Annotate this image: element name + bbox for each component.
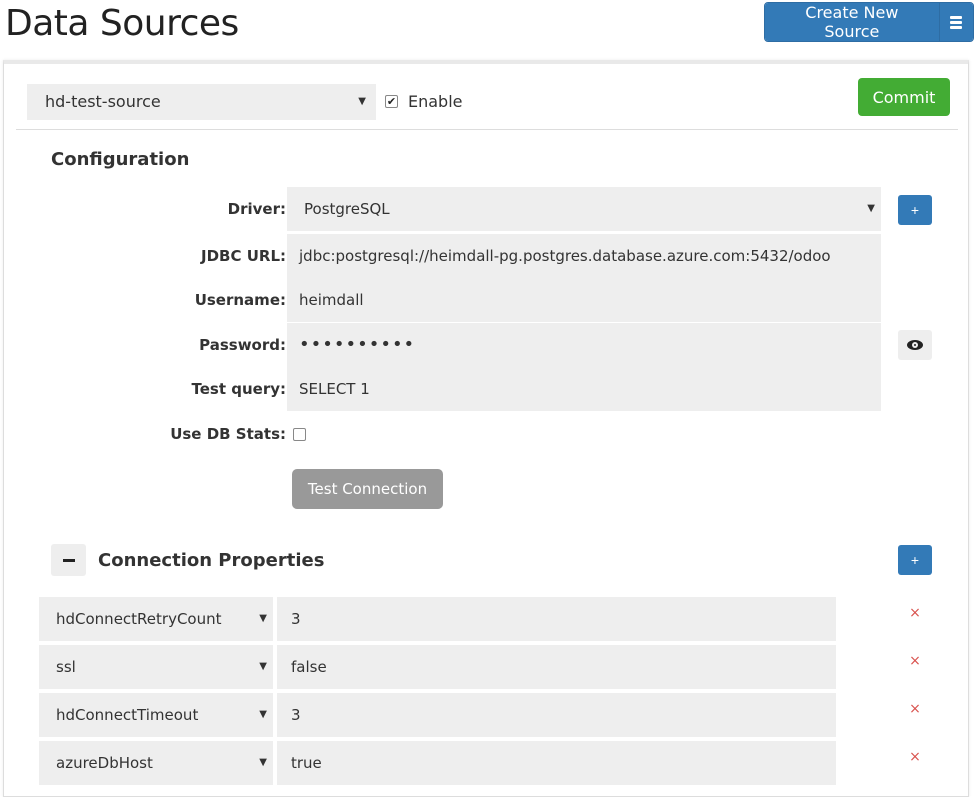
property-key: hdConnectRetryCount bbox=[56, 610, 222, 628]
test-query-label: Test query: bbox=[191, 380, 287, 398]
password-value: •••••••••• bbox=[299, 334, 416, 355]
menu-button[interactable] bbox=[938, 3, 973, 41]
enable-toggle: ✔ Enable bbox=[385, 92, 463, 111]
property-key: hdConnectTimeout bbox=[56, 706, 199, 724]
password-label: Password: bbox=[199, 336, 286, 354]
chevron-down-icon: ▼ bbox=[259, 661, 267, 672]
property-key: ssl bbox=[56, 658, 76, 676]
jdbc-url-row: JDBC URL: jdbc:postgresql://heimdall-pg.… bbox=[4, 234, 970, 278]
property-key-select[interactable]: hdConnectRetryCount ▼ bbox=[39, 597, 273, 641]
property-value-input[interactable]: 3 bbox=[277, 597, 836, 641]
add-driver-button[interactable]: + bbox=[898, 195, 932, 225]
eye-icon bbox=[907, 340, 923, 350]
chevron-down-icon: ▼ bbox=[867, 203, 875, 214]
password-input[interactable]: •••••••••• bbox=[287, 323, 881, 367]
source-select[interactable]: hd-test-source ▼ bbox=[27, 84, 376, 120]
add-property-button[interactable]: + bbox=[898, 545, 932, 575]
jdbc-url-input[interactable]: jdbc:postgresql://heimdall-pg.postgres.d… bbox=[287, 234, 881, 278]
db-stats-row: Use DB Stats: bbox=[4, 412, 970, 456]
driver-value: PostgreSQL bbox=[304, 200, 390, 218]
driver-label: Driver: bbox=[227, 200, 286, 218]
chevron-down-icon: ▼ bbox=[259, 613, 267, 624]
driver-row: Driver: PostgreSQL ▼ bbox=[4, 187, 970, 231]
chevron-down-icon: ▼ bbox=[259, 757, 267, 768]
chevron-down-icon: ▼ bbox=[259, 709, 267, 720]
connection-properties-heading: Connection Properties bbox=[98, 550, 325, 571]
property-row: azureDbHost ▼ true × bbox=[4, 741, 970, 785]
remove-property-icon[interactable]: × bbox=[907, 749, 923, 765]
divider bbox=[16, 129, 958, 130]
data-source-panel: hd-test-source ▼ ✔ Enable Commit Configu… bbox=[3, 60, 969, 797]
minus-icon bbox=[62, 558, 75, 562]
test-query-row: Test query: SELECT 1 bbox=[4, 367, 970, 411]
configuration-heading: Configuration bbox=[51, 149, 190, 170]
remove-property-icon[interactable]: × bbox=[907, 701, 923, 717]
collapse-properties-button[interactable] bbox=[51, 544, 86, 576]
test-query-input[interactable]: SELECT 1 bbox=[287, 367, 881, 411]
driver-select[interactable]: PostgreSQL ▼ bbox=[287, 187, 881, 231]
username-label: Username: bbox=[194, 291, 286, 309]
db-stats-label: Use DB Stats: bbox=[170, 425, 286, 443]
property-value-input[interactable]: true bbox=[277, 741, 836, 785]
enable-checkbox[interactable]: ✔ bbox=[385, 95, 398, 108]
username-input[interactable]: heimdall bbox=[287, 278, 881, 322]
source-select-value: hd-test-source bbox=[45, 92, 161, 111]
create-new-source-button[interactable]: Create New Source bbox=[765, 3, 939, 41]
username-row: Username: heimdall bbox=[4, 278, 970, 322]
db-stats-checkbox[interactable] bbox=[293, 428, 306, 441]
commit-button[interactable]: Commit bbox=[858, 78, 950, 116]
chevron-down-icon: ▼ bbox=[358, 96, 366, 107]
create-source-button-group: Create New Source bbox=[764, 2, 974, 42]
show-password-button[interactable] bbox=[898, 330, 932, 360]
property-key-select[interactable]: azureDbHost ▼ bbox=[39, 741, 273, 785]
property-value-input[interactable]: 3 bbox=[277, 693, 836, 737]
enable-label: Enable bbox=[408, 92, 463, 111]
property-key-select[interactable]: hdConnectTimeout ▼ bbox=[39, 693, 273, 737]
remove-property-icon[interactable]: × bbox=[907, 605, 923, 621]
remove-property-icon[interactable]: × bbox=[907, 653, 923, 669]
property-row: ssl ▼ false × bbox=[4, 645, 970, 689]
page-title: Data Sources bbox=[5, 3, 239, 44]
password-row: Password: •••••••••• bbox=[4, 323, 970, 367]
test-connection-button[interactable]: Test Connection bbox=[292, 469, 443, 509]
jdbc-url-label: JDBC URL: bbox=[201, 247, 286, 265]
property-row: hdConnectRetryCount ▼ 3 × bbox=[4, 597, 970, 641]
property-key-select[interactable]: ssl ▼ bbox=[39, 645, 273, 689]
property-value-input[interactable]: false bbox=[277, 645, 836, 689]
property-row: hdConnectTimeout ▼ 3 × bbox=[4, 693, 970, 737]
property-key: azureDbHost bbox=[56, 754, 153, 772]
hamburger-icon bbox=[950, 14, 963, 31]
